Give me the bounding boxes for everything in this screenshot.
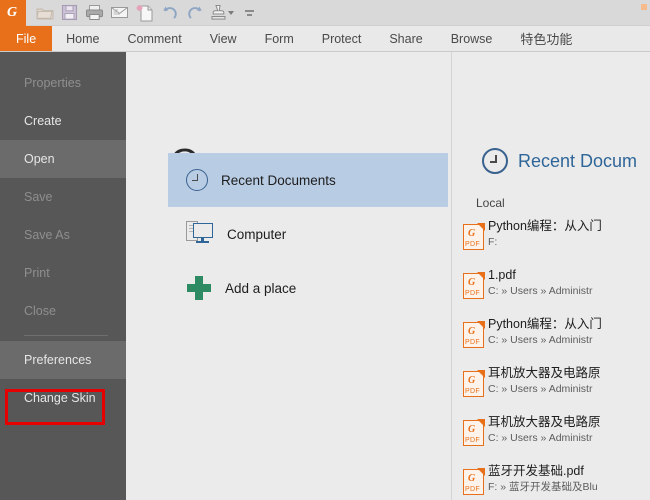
stamp-button[interactable] [207,1,237,25]
ribbon-tab-strip: File Home Comment View Form Protect Shar… [0,26,650,52]
tab-comment[interactable]: Comment [114,26,196,51]
document-name: 耳机放大器及电路原 [488,414,646,430]
more-options-icon [245,10,254,16]
tab-form[interactable]: Form [251,26,308,51]
document-path: F: » 蓝牙开发基础及Blu [488,480,646,494]
sidebar-item-open[interactable]: Open [0,140,126,178]
list-item[interactable]: GPDF 蓝牙开发基础.pdf F: » 蓝牙开发基础及Blu [453,463,650,500]
document-path: C: » Users » Administr [488,382,646,396]
place-label: Computer [227,227,286,242]
sidebar-item-print[interactable]: Print [0,254,126,292]
place-label: Recent Documents [221,173,336,188]
recent-documents-header: Recent Docum [482,148,637,174]
plus-icon [186,275,212,301]
app-window: G [0,0,650,500]
computer-icon [186,221,214,247]
document-path: C: » Users » Administr [488,333,646,347]
quick-access-toolbar: G [0,0,650,26]
document-name: Python编程：从入门 [488,316,646,332]
new-document-button[interactable] [132,1,157,25]
floppy-save-icon [61,4,78,21]
customize-toolbar-button[interactable] [237,1,262,25]
document-path: C: » Users » Administr [488,431,646,445]
list-item[interactable]: GPDF Python编程：从入门 F: [453,218,650,263]
place-list: Recent Documents Computer Add a place [168,153,448,315]
print-button[interactable] [82,1,107,25]
stamp-dropdown-caret-icon[interactable] [228,11,234,15]
list-item[interactable]: GPDF 1.pdf C: » Users » Administr [453,267,650,312]
place-recent-documents[interactable]: Recent Documents [168,153,448,207]
open-panel: Open Recent Documents Computer Add a pla… [126,52,452,500]
tab-featured-functions[interactable]: 特色功能 [506,26,586,51]
sidebar-item-save-as[interactable]: Save As [0,216,126,254]
recent-documents-panel: Recent Docum Local GPDF Python编程：从入门 F: … [453,52,650,500]
sidebar-item-properties[interactable]: Properties [0,64,126,102]
tab-file[interactable]: File [0,26,52,51]
stamp-icon [210,4,227,21]
save-button[interactable] [57,1,82,25]
pdf-file-icon: GPDF [463,273,484,299]
file-menu-sidebar: Properties Create Open Save Save As Prin… [0,52,126,500]
tab-protect[interactable]: Protect [308,26,376,51]
list-item[interactable]: GPDF 耳机放大器及电路原 C: » Users » Administr [453,365,650,410]
document-name: 1.pdf [488,267,646,283]
document-name: 蓝牙开发基础.pdf [488,463,646,479]
document-path: F: [488,235,646,249]
app-logo-button[interactable]: G [0,0,26,26]
logo-corner-decoration [641,4,647,10]
new-document-icon [136,4,154,22]
tab-share[interactable]: Share [375,26,436,51]
redo-arrow-icon [186,5,204,21]
pdf-file-icon: GPDF [463,322,484,348]
pdf-file-icon: GPDF [463,371,484,397]
envelope-icon [110,5,129,20]
document-name: Python编程：从入门 [488,218,646,234]
open-folder-button[interactable] [32,1,57,25]
undo-arrow-icon [161,5,179,21]
sidebar-item-preferences[interactable]: Preferences [0,341,126,379]
clock-icon [186,169,208,191]
printer-icon [85,4,104,21]
tab-view[interactable]: View [196,26,251,51]
document-path: C: » Users » Administr [488,284,646,298]
pdf-file-icon: GPDF [463,469,484,495]
place-add-a-place[interactable]: Add a place [168,261,448,315]
group-label-local: Local [476,196,505,210]
list-item[interactable]: GPDF 耳机放大器及电路原 C: » Users » Administr [453,414,650,459]
list-item[interactable]: GPDF Python编程：从入门 C: » Users » Administr [453,316,650,361]
document-name: 耳机放大器及电路原 [488,365,646,381]
tab-browse[interactable]: Browse [437,26,507,51]
sidebar-item-close[interactable]: Close [0,292,126,330]
sidebar-top-spacer [0,52,126,64]
recent-documents-title: Recent Docum [518,151,637,172]
redo-button[interactable] [182,1,207,25]
pdf-file-icon: GPDF [463,224,484,250]
place-label: Add a place [225,281,296,296]
clock-icon [482,148,508,174]
recent-documents-list: GPDF Python编程：从入门 F: GPDF 1.pdf C: » Use… [453,214,650,500]
sidebar-item-save[interactable]: Save [0,178,126,216]
sidebar-divider [24,335,108,336]
place-computer[interactable]: Computer [168,207,448,261]
sidebar-item-change-skin[interactable]: Change Skin [0,379,126,417]
foxit-g-logo-icon: G [7,6,17,20]
email-button[interactable] [107,1,132,25]
pdf-file-icon: GPDF [463,420,484,446]
undo-button[interactable] [157,1,182,25]
folder-open-icon [36,5,54,21]
tab-home[interactable]: Home [52,26,113,51]
sidebar-item-create[interactable]: Create [0,102,126,140]
